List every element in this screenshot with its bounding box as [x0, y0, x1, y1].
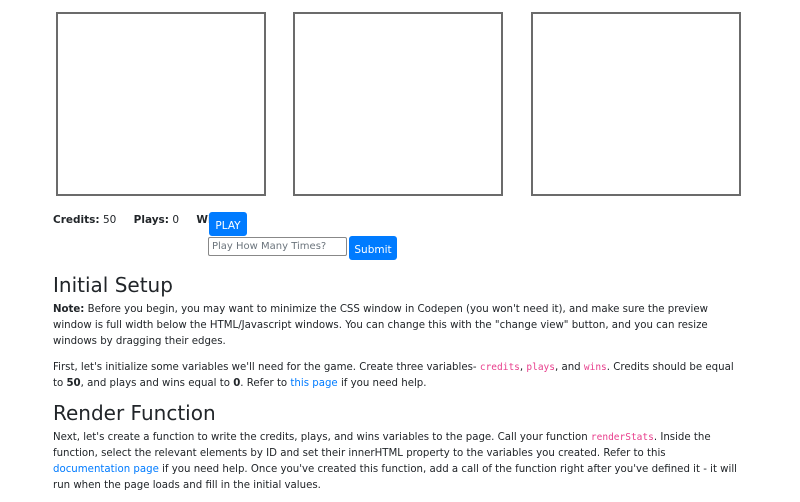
code-plays: plays — [526, 362, 555, 373]
plays-label: Plays: — [133, 214, 170, 226]
heading-initial-setup: Initial Setup — [53, 273, 173, 297]
text: Next, let's create a function to write t… — [53, 432, 591, 443]
this-page-link[interactable]: this page — [290, 378, 337, 389]
heading-render-function: Render Function — [53, 401, 216, 425]
credits-value: 50 — [102, 214, 117, 226]
credits-stat: Credits: 50 — [53, 214, 116, 226]
code-renderstats: renderStats — [590, 432, 654, 443]
note-paragraph: Note: Before you begin, you may want to … — [53, 302, 743, 350]
submit-button[interactable]: Submit — [349, 236, 397, 260]
play-times-input[interactable] — [208, 237, 347, 256]
text: , and plays and wins equal to — [80, 378, 234, 389]
play-button[interactable]: PLAY — [209, 212, 247, 236]
text: . Refer to — [240, 378, 291, 389]
variables-paragraph: First, let's initialize some variables w… — [53, 360, 743, 392]
slot-reel-2 — [293, 12, 503, 196]
text: First, let's initialize some variables w… — [53, 362, 480, 373]
instructions: Initial Setup Note: Before you begin, yo… — [53, 272, 743, 502]
plays-value: 0 — [172, 214, 180, 226]
code-wins: wins — [583, 362, 607, 373]
documentation-page-link[interactable]: documentation page — [53, 464, 159, 475]
slot-reel-1 — [56, 12, 266, 196]
note-label: Note: — [53, 304, 85, 315]
text: if you need help. — [337, 378, 427, 389]
bold-value: 50 — [66, 378, 81, 389]
plays-stat: Plays: 0 — [134, 214, 179, 226]
note-text: Before you begin, you may want to minimi… — [53, 304, 708, 347]
code-credits: credits — [479, 362, 520, 373]
slot-reel-3 — [531, 12, 741, 196]
text: , and — [555, 362, 584, 373]
credits-label: Credits: — [53, 214, 100, 226]
render-paragraph: Next, let's create a function to write t… — [53, 430, 743, 494]
